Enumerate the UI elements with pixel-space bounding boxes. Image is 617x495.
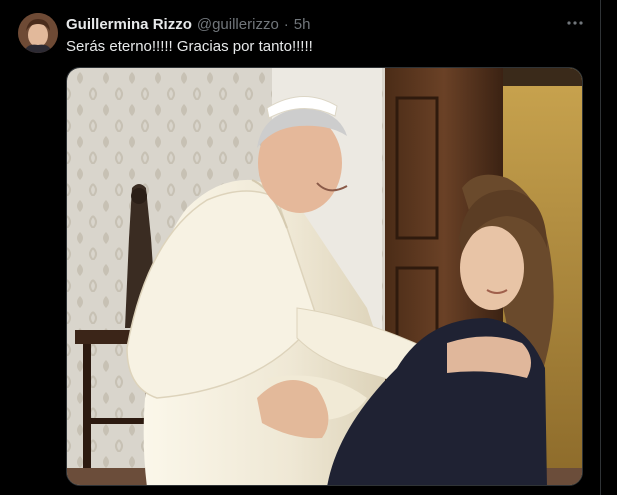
author-handle[interactable]: @guillerizzo	[197, 16, 279, 33]
tweet-header: Guillermina Rizzo @guillerizzo · 5h	[66, 15, 310, 33]
more-icon[interactable]	[564, 14, 586, 32]
header-separator: ·	[283, 15, 289, 33]
avatar-image	[18, 13, 58, 53]
timestamp[interactable]: 5h	[294, 16, 311, 33]
tweet-photo[interactable]	[66, 67, 583, 486]
avatar[interactable]	[18, 13, 58, 53]
tweet-text: Serás eterno!!!!! Gracias por tanto!!!!!	[66, 38, 313, 55]
author-name[interactable]: Guillermina Rizzo	[66, 16, 192, 33]
tweet-card: Guillermina Rizzo @guillerizzo · 5h Será…	[0, 0, 601, 495]
